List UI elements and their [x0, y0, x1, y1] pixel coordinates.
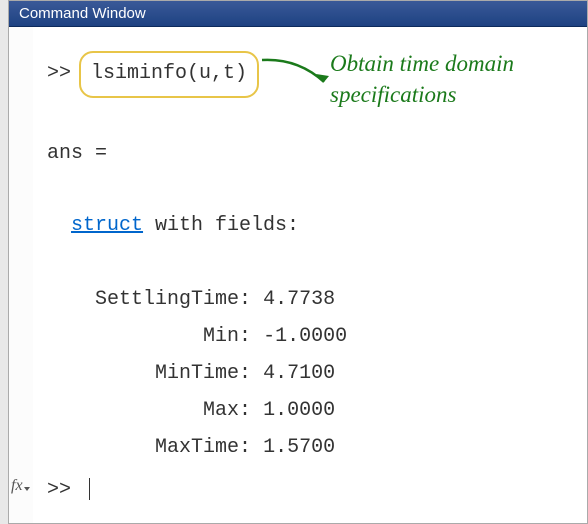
struct-line: struct with fields:	[47, 207, 587, 244]
annotation-line-1: Obtain time domain	[330, 48, 588, 79]
command-text: lsiminfo(u,t)	[91, 62, 247, 85]
title-bar: Command Window	[9, 1, 587, 27]
struct-with-fields: with fields:	[143, 214, 299, 237]
field-row: MaxTime: 1.5700	[47, 429, 587, 466]
field-row: SettlingTime: 4.7738	[47, 281, 587, 318]
field-row: MinTime: 4.7100	[47, 355, 587, 392]
field-value: 1.5700	[263, 436, 335, 459]
gutter	[9, 27, 33, 523]
annotation-line-2: specifications	[330, 79, 588, 110]
fx-icon[interactable]: fx	[11, 477, 30, 495]
blank-line-2	[47, 172, 587, 209]
field-row: Max: 1.0000	[47, 392, 587, 429]
ans-line: ans =	[47, 135, 587, 172]
command-highlight: lsiminfo(u,t)	[79, 51, 259, 98]
field-value: 1.0000	[263, 399, 335, 422]
field-name: Min	[203, 325, 239, 348]
annotation-text: Obtain time domain specifications	[330, 48, 588, 110]
struct-link[interactable]: struct	[71, 214, 143, 237]
field-name: MaxTime	[155, 436, 239, 459]
cursor-icon	[89, 478, 90, 500]
prompt: >>	[47, 62, 71, 85]
field-name: SettlingTime	[95, 288, 239, 311]
fx-label: fx	[11, 477, 23, 494]
field-name: Max	[203, 399, 239, 422]
window-title: Command Window	[19, 5, 146, 22]
field-name: MinTime	[155, 362, 239, 385]
field-value: 4.7738	[263, 288, 335, 311]
input-prompt: >>	[47, 478, 71, 501]
field-value: 4.7100	[263, 362, 335, 385]
input-prompt-line[interactable]: >>	[47, 478, 90, 501]
blank-line-3	[47, 244, 587, 281]
field-row: Min: -1.0000	[47, 318, 587, 355]
field-value: -1.0000	[263, 325, 347, 348]
code-area: >> lsiminfo(u,t) ans = struct with field…	[33, 51, 587, 466]
